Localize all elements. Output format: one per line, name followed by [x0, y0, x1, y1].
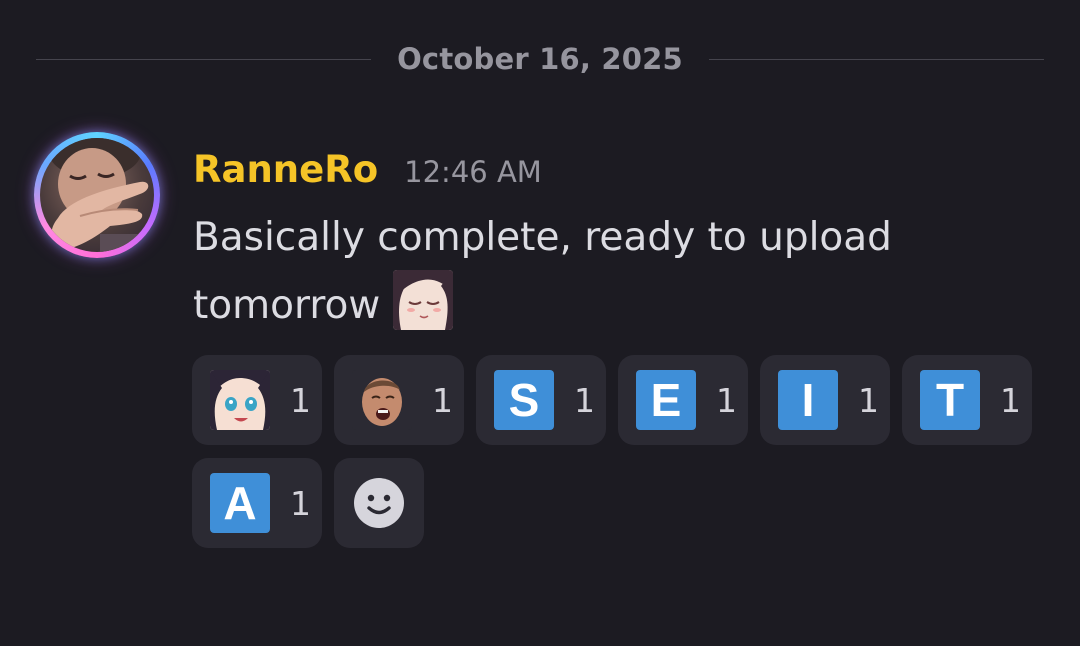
divider-date: October 16, 2025 [397, 42, 683, 76]
reaction-count: 1 [432, 380, 453, 420]
reaction-count: 1 [290, 483, 311, 523]
reaction-letter-i[interactable]: I 1 [760, 355, 890, 445]
message-header: RanneRo 12:46 AM [193, 148, 542, 191]
divider-line-left [36, 58, 372, 60]
avatar-image [40, 138, 154, 252]
reaction-count: 1 [858, 380, 879, 420]
laughing-man-emoji-icon [352, 370, 412, 430]
avatar[interactable] [34, 132, 160, 258]
reaction-count: 1 [574, 380, 595, 420]
anime-girl-emoji-icon [210, 370, 270, 430]
message-timestamp: 12:46 AM [404, 155, 542, 189]
anime-girl-smile-emoji-icon[interactable] [392, 270, 453, 330]
reaction-count: 1 [290, 380, 311, 420]
regional-indicator-e-icon: E [636, 370, 696, 430]
reaction-letter-t[interactable]: T 1 [902, 355, 1032, 445]
regional-indicator-a-icon: A [210, 473, 270, 533]
divider-line-right [708, 58, 1044, 60]
reaction-count: 1 [1000, 380, 1021, 420]
smiley-add-reaction-icon [354, 478, 404, 528]
reactions-bar: 1 1 S 1 E 1 I 1 T 1 A 1 [192, 355, 1052, 548]
reaction-letter-a[interactable]: A 1 [192, 458, 322, 548]
reaction-anime-girl[interactable]: 1 [192, 355, 322, 445]
regional-indicator-t-icon: T [920, 370, 980, 430]
reaction-count: 1 [716, 380, 737, 420]
message-text: Basically complete, ready to upload tomo… [193, 215, 892, 328]
reaction-laughing-man[interactable]: 1 [334, 355, 464, 445]
date-divider: October 16, 2025 [36, 40, 1044, 78]
message-content: Basically complete, ready to upload tomo… [193, 206, 993, 338]
add-reaction-button[interactable] [334, 458, 424, 548]
username[interactable]: RanneRo [193, 148, 378, 191]
regional-indicator-i-icon: I [778, 370, 838, 430]
reaction-letter-s[interactable]: S 1 [476, 355, 606, 445]
reaction-letter-e[interactable]: E 1 [618, 355, 748, 445]
chat-view: October 16, 2025 RanneRo 12:46 AM Basica… [0, 0, 1080, 646]
regional-indicator-s-icon: S [494, 370, 554, 430]
